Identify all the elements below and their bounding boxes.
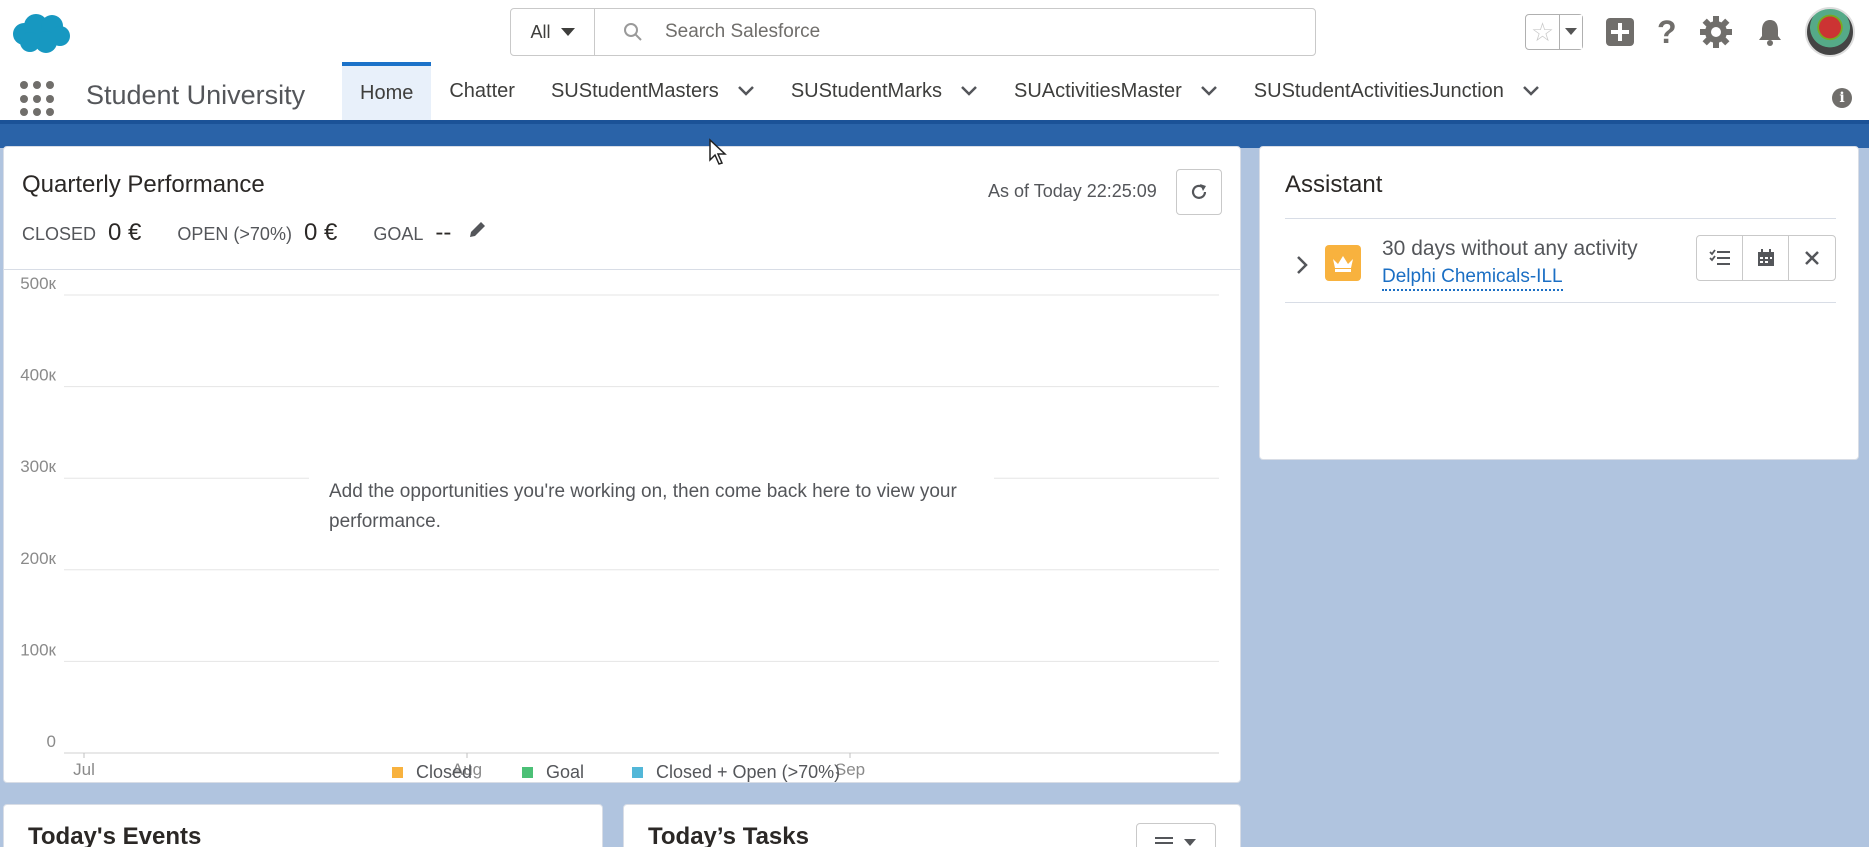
chevron-down-icon[interactable] — [737, 85, 755, 97]
open-label: OPEN (>70%) — [177, 224, 292, 244]
tab-label: Home — [360, 81, 414, 104]
todays-tasks-card: Today’s Tasks — [623, 804, 1241, 847]
divider — [1285, 218, 1836, 219]
y-tick-label: 0 — [47, 732, 56, 751]
quarterly-performance-card: Quarterly Performance As of Today 22:25:… — [3, 146, 1241, 783]
y-tick-label: 100к — [20, 640, 56, 659]
app-navigation-bar: Student University Home Chatter SUStuden… — [0, 62, 1869, 124]
edit-goal-button[interactable] — [467, 220, 487, 245]
chevron-down-icon[interactable] — [960, 85, 978, 97]
y-tick-label: 300к — [20, 457, 56, 476]
search-scope-select[interactable]: All — [511, 9, 595, 55]
help-icon[interactable]: ? — [1657, 14, 1677, 51]
account-link[interactable]: Delphi Chemicals-ILL — [1382, 266, 1563, 291]
avatar[interactable] — [1804, 7, 1855, 57]
card-title: Today’s Tasks — [648, 823, 809, 847]
legend-label: Goal — [546, 762, 584, 782]
favorites-control: ☆ — [1525, 14, 1583, 50]
tab-label: SUActivitiesMaster — [1013, 79, 1182, 102]
calendar-icon — [1757, 249, 1774, 266]
closed-label: CLOSED — [22, 224, 97, 244]
global-search: All Search Salesforce — [510, 8, 1316, 56]
tab-sustudentmarks[interactable]: SUStudentMarks — [773, 62, 996, 120]
nav-tabs: Home Chatter SUStudentMasters SUStudentM… — [342, 62, 1558, 120]
close-icon — [1805, 251, 1819, 265]
as-of-timestamp: As of Today 22:25:09 — [988, 181, 1157, 201]
refresh-button[interactable] — [1176, 169, 1222, 215]
tab-label: SUStudentMarks — [790, 79, 942, 102]
assistant-card: Assistant 30 days without any activity D… — [1259, 146, 1859, 460]
app-launcher-icon[interactable] — [20, 81, 56, 117]
new-task-button[interactable] — [1697, 236, 1743, 280]
y-tick-label: 200к — [20, 549, 56, 568]
global-header: All Search Salesforce ☆ ? — [0, 0, 1869, 62]
x-tick-label: Jul — [73, 760, 95, 779]
tab-label: SUStudentActivitiesJunction — [1253, 79, 1504, 102]
star-icon[interactable]: ☆ — [1526, 15, 1560, 49]
refresh-icon — [1191, 184, 1207, 199]
chevron-right-icon[interactable] — [1295, 255, 1309, 275]
performance-metrics: CLOSED 0 € OPEN (>70%) 0 € GOAL -- — [22, 219, 487, 247]
search-scope-label: All — [530, 21, 551, 42]
search-placeholder: Search Salesforce — [665, 21, 821, 42]
pencil-icon — [470, 222, 486, 237]
y-tick-label: 400к — [20, 366, 56, 385]
new-task-icon — [1708, 249, 1730, 265]
chevron-down-icon — [1184, 839, 1196, 846]
gear-icon[interactable] — [1699, 15, 1733, 49]
search-input[interactable]: Search Salesforce — [595, 9, 1315, 55]
new-event-button[interactable] — [1743, 236, 1789, 280]
empty-chart-message: Add the opportunities you're working on,… — [309, 473, 994, 541]
legend-swatch — [522, 767, 533, 778]
tab-label: Chatter — [449, 79, 515, 102]
app-name: Student University — [86, 80, 306, 110]
caret-down-icon — [560, 28, 575, 36]
salesforce-cloud-icon[interactable] — [8, 12, 72, 56]
add-icon[interactable] — [1605, 17, 1635, 47]
bell-icon[interactable] — [1755, 17, 1785, 47]
dismiss-button[interactable] — [1789, 236, 1835, 280]
tab-chatter[interactable]: Chatter — [431, 62, 533, 120]
search-icon — [624, 23, 642, 41]
todays-events-card: Today's Events — [3, 804, 603, 847]
tab-sustudentmasters[interactable]: SUStudentMasters — [533, 62, 773, 120]
card-title: Assistant — [1285, 171, 1383, 198]
card-title: Quarterly Performance — [22, 171, 265, 198]
y-tick-label: 500к — [20, 274, 56, 293]
tab-home[interactable]: Home — [342, 62, 432, 120]
chevron-down-icon[interactable] — [1522, 85, 1540, 97]
crown-icon — [1325, 245, 1361, 281]
assistant-item-text: 30 days without any activity — [1382, 237, 1638, 260]
favorites-menu-button[interactable] — [1560, 15, 1582, 49]
goal-value: -- — [435, 219, 452, 246]
card-title: Today's Events — [28, 823, 202, 847]
tab-suactivitiesmaster[interactable]: SUActivitiesMaster — [996, 62, 1236, 120]
tab-label: SUStudentMasters — [550, 79, 719, 102]
goal-label: GOAL — [373, 224, 424, 244]
chevron-down-icon[interactable] — [1200, 85, 1218, 97]
info-icon[interactable]: i — [1832, 88, 1852, 108]
chevron-down-icon — [1565, 28, 1577, 35]
mouse-cursor-icon — [709, 138, 727, 165]
legend-swatch — [632, 767, 643, 778]
closed-value: 0 € — [108, 219, 142, 246]
task-filter-button[interactable] — [1136, 823, 1216, 847]
legend-swatch — [392, 767, 403, 778]
divider — [4, 269, 1240, 270]
legend-label: Closed + Open (>70%) — [656, 762, 840, 782]
assistant-actions — [1696, 235, 1836, 281]
divider — [1285, 302, 1836, 303]
open-value: 0 € — [303, 219, 338, 246]
header-banner — [0, 124, 1869, 148]
list-icon — [1155, 837, 1173, 844]
tab-sustudentactivitiesjunction[interactable]: SUStudentActivitiesJunction — [1236, 62, 1558, 120]
header-actions: ☆ ? — [1525, 7, 1855, 57]
legend-label: Closed — [416, 762, 472, 782]
assistant-item: 30 days without any activity Delphi Chem… — [1285, 231, 1836, 299]
